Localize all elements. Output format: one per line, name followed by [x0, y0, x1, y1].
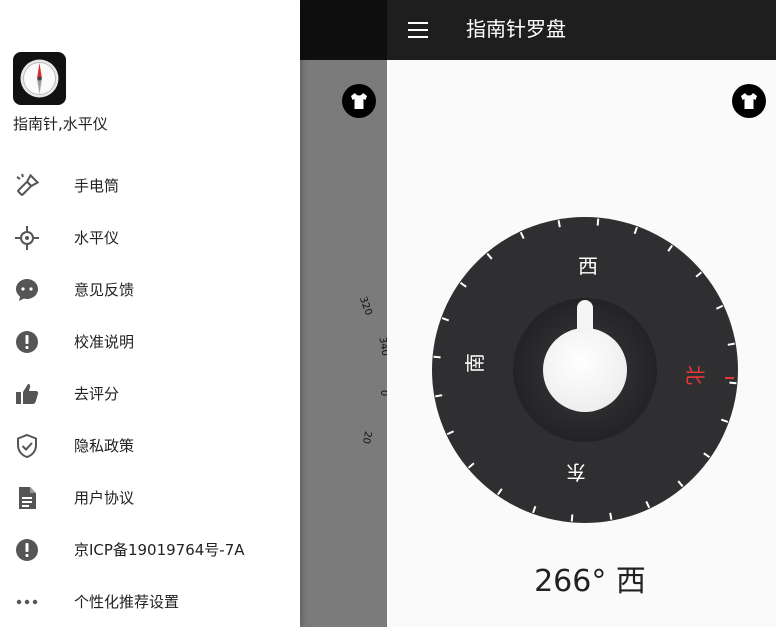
menu-item-user-agreement[interactable]: 用户协议	[0, 472, 300, 524]
menu-item-label: 京ICP备19019764号-7A	[74, 541, 245, 559]
page-title: 指南针罗盘	[466, 17, 566, 41]
menu-item-feedback[interactable]: 意见反馈	[0, 264, 300, 316]
shirt-icon	[351, 93, 367, 109]
dial-tick	[433, 355, 441, 359]
more-horizontal-icon	[16, 599, 38, 605]
menu-item-label: 个性化推荐设置	[74, 593, 180, 611]
feedback-chat-icon	[16, 279, 38, 301]
dial-tick	[570, 514, 574, 522]
heading-degrees: 266°	[534, 564, 607, 599]
document-icon	[19, 487, 36, 509]
menu-item-level[interactable]: 水平仪	[0, 212, 300, 264]
shirt-icon	[741, 93, 757, 109]
thumb-up-icon	[16, 384, 39, 404]
menu-item-calibration[interactable]: 校准说明	[0, 316, 300, 368]
dial-tick	[609, 512, 613, 520]
menu-item-rate[interactable]: 去评分	[0, 368, 300, 420]
compass-center-knob	[543, 328, 627, 412]
bg-dial-label: 320	[357, 295, 374, 317]
dial-tick	[729, 381, 737, 385]
app-logo	[13, 52, 66, 105]
menu-item-personalization[interactable]: 个性化推荐设置	[0, 576, 300, 627]
menu-item-label: 水平仪	[74, 229, 120, 247]
menu-item-label: 校准说明	[74, 333, 135, 351]
scrim-overlay[interactable]: 320 340 0 20	[300, 0, 387, 627]
alert-circle-icon	[16, 331, 38, 353]
bg-dial-label: 340	[376, 336, 387, 357]
menu-item-privacy[interactable]: 隐私政策	[0, 420, 300, 472]
app-name: 指南针,水平仪	[13, 115, 108, 133]
direction-north: 北	[683, 365, 707, 385]
menu-item-label: 隐私政策	[74, 437, 135, 455]
dial-tick	[596, 218, 600, 226]
shield-check-icon	[17, 433, 37, 459]
direction-west: 西	[578, 254, 598, 278]
bg-dial-label: 20	[360, 430, 373, 444]
compass-logo-icon	[20, 59, 59, 98]
flashlight-icon	[16, 173, 40, 196]
compass-dial[interactable]: 西 南 北 东	[430, 215, 740, 525]
menu-item-label: 手电筒	[74, 177, 120, 195]
dial-tick	[727, 342, 735, 346]
dimmed-shirt-button	[342, 84, 376, 118]
dimmed-background-dial: 320 340 0 20	[357, 295, 387, 444]
menu-item-icp[interactable]: 京ICP备19019764号-7A	[0, 524, 300, 576]
heading-readout: 266° 西	[470, 560, 710, 604]
menu-icon[interactable]	[406, 18, 430, 42]
menu-item-label: 用户协议	[74, 489, 135, 507]
menu-item-label: 去评分	[74, 385, 120, 403]
dial-tick	[557, 220, 561, 228]
dimmed-app-bar	[300, 0, 387, 60]
dial-tick	[435, 394, 443, 398]
crosshair-icon	[15, 226, 39, 250]
direction-south: 南	[463, 353, 487, 373]
alert-circle-icon	[16, 539, 38, 561]
menu-item-label: 意见反馈	[74, 281, 135, 299]
skin-shirt-button[interactable]	[732, 84, 766, 118]
app-root: 指南针罗盘 西 南 北 东 266° 西 320 340 0 20 指南针,水平…	[0, 0, 776, 627]
drawer-menu: 手电筒 水平仪 意见反馈 校准说明 去评分 隐私政策 用户协议 京ICP备190…	[0, 160, 300, 627]
navigation-drawer: 指南针,水平仪 手电筒 水平仪 意见反馈 校准说明 去评分 隐私政策 用户协议 …	[0, 0, 300, 627]
direction-east: 东	[566, 460, 586, 484]
bg-dial-label: 0	[378, 390, 387, 396]
heading-direction: 西	[615, 564, 646, 599]
menu-item-flashlight[interactable]: 手电筒	[0, 160, 300, 212]
